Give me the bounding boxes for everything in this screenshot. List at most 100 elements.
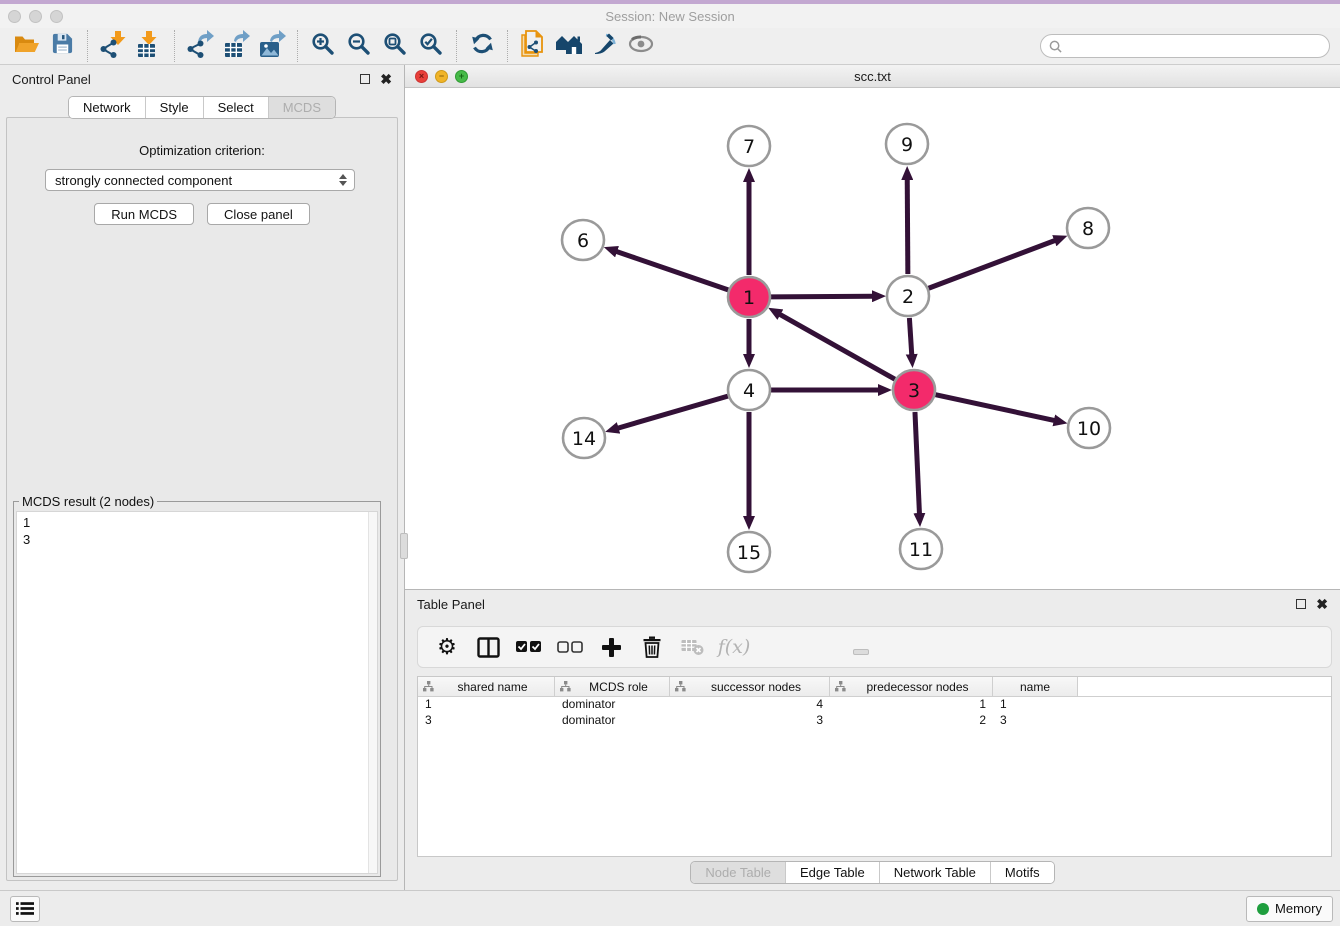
graph-edge-3-10[interactable] bbox=[935, 395, 1054, 421]
tab-style[interactable]: Style bbox=[146, 97, 204, 118]
cell-shared-name[interactable]: 1 bbox=[418, 697, 555, 713]
graph-node-9[interactable]: 9 bbox=[886, 124, 928, 164]
open-session-button[interactable] bbox=[8, 30, 44, 63]
cell-name[interactable]: 3 bbox=[993, 713, 1078, 729]
checked-boxes-icon bbox=[516, 641, 542, 653]
save-session-button[interactable] bbox=[44, 30, 80, 63]
graph-edge-2-9[interactable] bbox=[907, 179, 908, 274]
cell-successor-nodes[interactable]: 3 bbox=[670, 713, 830, 729]
pane-divider-grip[interactable] bbox=[400, 533, 408, 559]
graph-edge-2-3[interactable] bbox=[909, 318, 911, 355]
graph-edge-3-1[interactable] bbox=[779, 314, 894, 379]
svg-text:7: 7 bbox=[743, 136, 755, 158]
tab-mcds[interactable]: MCDS bbox=[269, 97, 335, 118]
table-row[interactable]: 1dominator411 bbox=[418, 697, 1331, 713]
select-all-columns-button[interactable] bbox=[516, 634, 542, 660]
result-scrollbar[interactable] bbox=[368, 512, 377, 873]
column-header-predecessor-nodes[interactable]: predecessor nodes bbox=[830, 677, 993, 696]
graph-node-3[interactable]: 3 bbox=[893, 370, 935, 410]
add-column-button[interactable] bbox=[598, 634, 624, 660]
run-mcds-button[interactable]: Run MCDS bbox=[94, 203, 194, 225]
network-canvas[interactable]: 7 9 6 8 1 2 4 3 14 10 15 11 bbox=[405, 88, 1340, 589]
graph-edge-3-11[interactable] bbox=[915, 412, 919, 514]
search-field[interactable] bbox=[1040, 34, 1330, 58]
column-header-shared-name[interactable]: shared name bbox=[418, 677, 555, 696]
svg-text:11: 11 bbox=[909, 539, 933, 561]
graph-edge-4-14[interactable] bbox=[618, 396, 728, 428]
graph-edge-2-8[interactable] bbox=[929, 240, 1056, 288]
column-header-name[interactable]: name bbox=[993, 677, 1078, 696]
search-input[interactable] bbox=[1067, 39, 1321, 53]
cell-name[interactable]: 1 bbox=[993, 697, 1078, 713]
table-row[interactable]: 3dominator323 bbox=[418, 713, 1331, 729]
graph-node-4[interactable]: 4 bbox=[728, 370, 770, 410]
import-table-button[interactable] bbox=[131, 30, 167, 63]
graph-node-2[interactable]: 2 bbox=[887, 276, 929, 316]
toolbar-separator bbox=[174, 30, 175, 62]
split-columns-button[interactable] bbox=[475, 634, 501, 660]
export-table-icon bbox=[222, 30, 250, 63]
graph-node-7[interactable]: 7 bbox=[728, 126, 770, 166]
close-table-panel-icon[interactable]: ✖ bbox=[1316, 599, 1328, 609]
cell-shared-name[interactable]: 3 bbox=[418, 713, 555, 729]
cell-successor-nodes[interactable]: 4 bbox=[670, 697, 830, 713]
tab-network[interactable]: Network bbox=[69, 97, 146, 118]
table-tab-edge-table[interactable]: Edge Table bbox=[786, 862, 880, 883]
cell-MCDS-role[interactable]: dominator bbox=[555, 713, 670, 729]
graph-node-15[interactable]: 15 bbox=[728, 532, 770, 572]
table-toolbar: ⚙ f(x) bbox=[417, 626, 1332, 668]
optimization-criterion-select[interactable]: strongly connected component bbox=[45, 169, 355, 191]
export-image-button[interactable] bbox=[254, 30, 290, 63]
column-header-label: shared name bbox=[436, 680, 549, 694]
graph-node-10[interactable]: 10 bbox=[1068, 408, 1110, 448]
refresh-button[interactable] bbox=[464, 30, 500, 63]
home-button[interactable] bbox=[551, 30, 587, 63]
memory-button[interactable]: Memory bbox=[1246, 896, 1333, 922]
column-header-successor-nodes[interactable]: successor nodes bbox=[670, 677, 830, 696]
hide-graphics-button[interactable] bbox=[623, 30, 659, 63]
column-header-MCDS-role[interactable]: MCDS role bbox=[555, 677, 670, 696]
zoom-out-button[interactable] bbox=[341, 30, 377, 63]
float-panel-icon[interactable] bbox=[360, 74, 370, 84]
graph-edge-1-6[interactable] bbox=[616, 251, 728, 289]
graph-node-14[interactable]: 14 bbox=[563, 418, 605, 458]
close-panel-icon[interactable]: ✖ bbox=[380, 74, 392, 84]
cell-MCDS-role[interactable]: dominator bbox=[555, 697, 670, 713]
float-table-panel-icon[interactable] bbox=[1296, 599, 1306, 609]
cell-predecessor-nodes[interactable]: 2 bbox=[830, 713, 993, 729]
table-tabs: Node TableEdge TableNetwork TableMotifs bbox=[690, 861, 1054, 884]
tab-select[interactable]: Select bbox=[204, 97, 269, 118]
network-file-title: scc.txt bbox=[405, 69, 1340, 84]
cell-predecessor-nodes[interactable]: 1 bbox=[830, 697, 993, 713]
zoom-fit-button[interactable] bbox=[377, 30, 413, 63]
deselect-all-columns-button[interactable] bbox=[557, 634, 583, 660]
table-tab-network-table[interactable]: Network Table bbox=[880, 862, 991, 883]
canvas-divider-grip[interactable] bbox=[853, 649, 869, 655]
table-tab-motifs[interactable]: Motifs bbox=[991, 862, 1054, 883]
export-network-icon bbox=[186, 30, 214, 63]
task-history-button[interactable] bbox=[10, 896, 40, 922]
import-network-button[interactable] bbox=[95, 30, 131, 63]
export-table-button[interactable] bbox=[218, 30, 254, 63]
close-panel-button[interactable]: Close panel bbox=[207, 203, 310, 225]
graph-node-1[interactable]: 1 bbox=[728, 277, 770, 317]
graph-node-8[interactable]: 8 bbox=[1067, 208, 1109, 248]
delete-column-button[interactable] bbox=[639, 634, 665, 660]
table-tab-node-table[interactable]: Node Table bbox=[691, 862, 786, 883]
export-network-button[interactable] bbox=[182, 30, 218, 63]
table-settings-button[interactable]: ⚙ bbox=[434, 634, 460, 660]
column-header-label: predecessor nodes bbox=[848, 680, 987, 694]
gear-icon: ⚙ bbox=[437, 636, 457, 658]
zoom-in-button[interactable] bbox=[305, 30, 341, 63]
memory-status-icon bbox=[1257, 903, 1269, 915]
delete-table-button[interactable] bbox=[680, 634, 706, 660]
mcds-result-textarea[interactable]: 1 3 bbox=[16, 511, 378, 874]
graph-node-11[interactable]: 11 bbox=[900, 529, 942, 569]
style-brush-button[interactable] bbox=[587, 30, 623, 63]
zoom-selected-button[interactable] bbox=[413, 30, 449, 63]
graph-node-6[interactable]: 6 bbox=[562, 220, 604, 260]
network-from-selection-button[interactable] bbox=[515, 30, 551, 63]
apply-function-button[interactable]: f(x) bbox=[721, 634, 747, 660]
graph-edge-1-2[interactable] bbox=[771, 296, 873, 297]
search-icon bbox=[1049, 40, 1062, 53]
